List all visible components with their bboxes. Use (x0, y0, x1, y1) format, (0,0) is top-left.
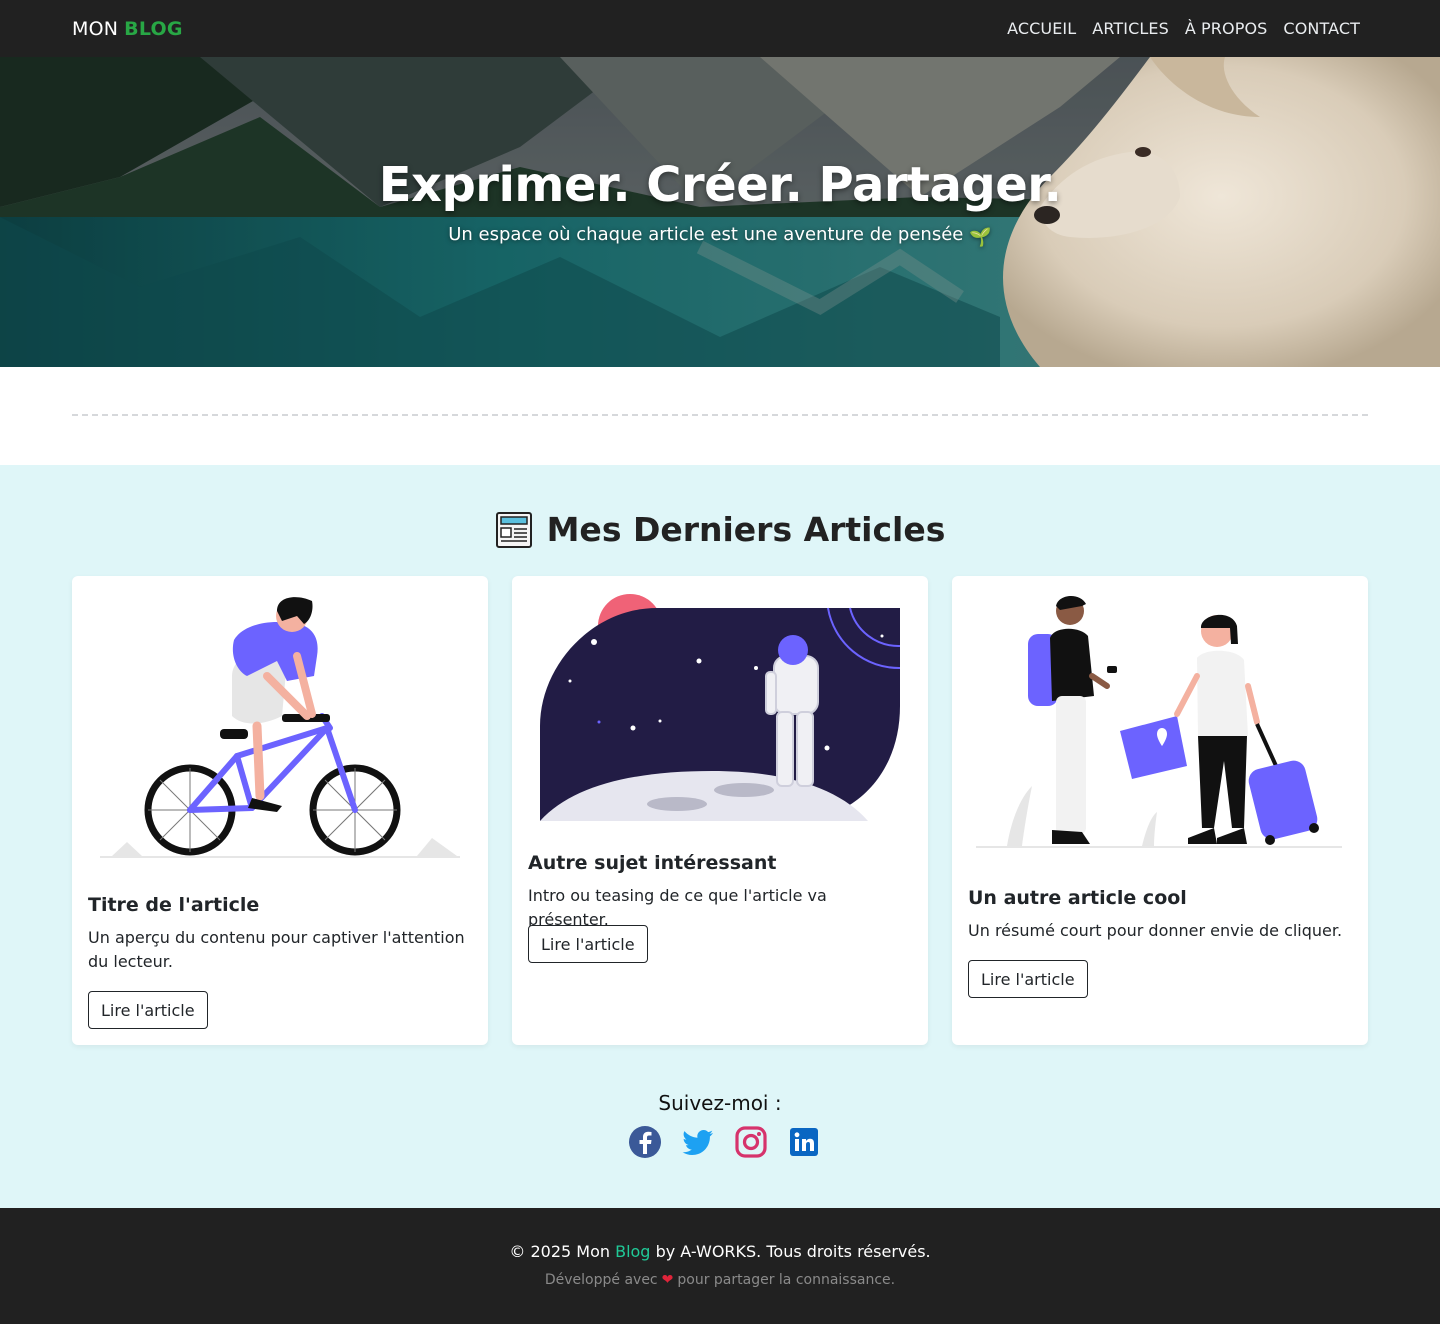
hero-title: Exprimer. Créer. Partager. (378, 157, 1062, 213)
nav-link-a-propos[interactable]: À PROPOS (1185, 19, 1268, 38)
footer: © 2025 Mon Blog by A-WORKS. Tous droits … (0, 1208, 1440, 1324)
article-title: Titre de l'article (88, 894, 260, 916)
navbar: MON BLOG ACCUEIL ARTICLES À PROPOS CONTAC… (0, 0, 1440, 57)
nav-link-accueil[interactable]: ACCUEIL (1007, 19, 1076, 38)
facebook-icon[interactable] (628, 1125, 662, 1159)
instagram-icon[interactable] (734, 1125, 768, 1159)
nav-link-articles[interactable]: ARTICLES (1092, 19, 1169, 38)
copyright-suffix: by A-WORKS. Tous droits réservés. (655, 1242, 931, 1261)
nav-links: ACCUEIL ARTICLES À PROPOS CONTACT (1007, 19, 1360, 38)
article-excerpt: Un aperçu du contenu pour captiver l'att… (88, 928, 465, 971)
linkedin-icon[interactable] (787, 1125, 821, 1159)
developed-suffix: pour partager la connaissance. (677, 1272, 896, 1288)
copyright-highlight: Blog (615, 1242, 651, 1261)
brand-main: MON (72, 17, 119, 40)
article-excerpt: Un résumé court pour donner envie de cli… (968, 921, 1343, 940)
developed-with-text: Développé avec ❤ pour partager la connaiss… (0, 1272, 1440, 1288)
read-article-button[interactable]: Lire l'article (88, 991, 208, 1029)
follow-label: Suivez-moi : (658, 1091, 782, 1115)
hero-subtitle: Un espace où chaque article est une aven… (0, 224, 1440, 248)
article-card-1: Titre de l'article Un aperçu du contenu … (72, 576, 488, 1045)
heart-icon: ❤ (661, 1272, 674, 1288)
brand-accent: BLOG (124, 17, 183, 40)
copyright-prefix: © 2025 Mon (509, 1242, 610, 1261)
brand-logo[interactable]: MON BLOG (72, 18, 183, 40)
articles-section: Mes Derniers Articles Titre de l'article… (0, 465, 1440, 1208)
article-card-3: Un autre article cool Un résumé court po… (952, 576, 1368, 1045)
twitter-icon[interactable] (681, 1125, 715, 1159)
read-article-button[interactable]: Lire l'article (528, 925, 648, 963)
newspaper-icon (495, 511, 532, 548)
dashed-divider (72, 414, 1368, 416)
article-title: Autre sujet intéressant (528, 852, 777, 874)
article-title: Un autre article cool (968, 887, 1187, 909)
social-links (628, 1125, 821, 1159)
copyright-text: © 2025 Mon Blog by A-WORKS. Tous droits … (0, 1242, 1440, 1261)
bicycle-illustration (100, 597, 460, 858)
developed-prefix: Développé avec (544, 1272, 658, 1288)
section-title-text: Mes Derniers Articles (546, 510, 946, 549)
travelers-illustration (976, 595, 1342, 848)
article-card-2: Autre sujet intéressant Intro ou teasing… (512, 576, 928, 1045)
read-article-button[interactable]: Lire l'article (968, 960, 1088, 998)
astronaut-illustration (540, 594, 901, 821)
seedling-icon: 🌱 (969, 227, 992, 248)
nav-link-contact[interactable]: CONTACT (1283, 19, 1360, 38)
section-title: Mes Derniers Articles (0, 510, 1440, 549)
hero-subtitle-text: Un espace où chaque article est une aven… (448, 224, 964, 245)
hero-banner: Exprimer. Créer. Partager. Un espace où … (0, 57, 1440, 367)
